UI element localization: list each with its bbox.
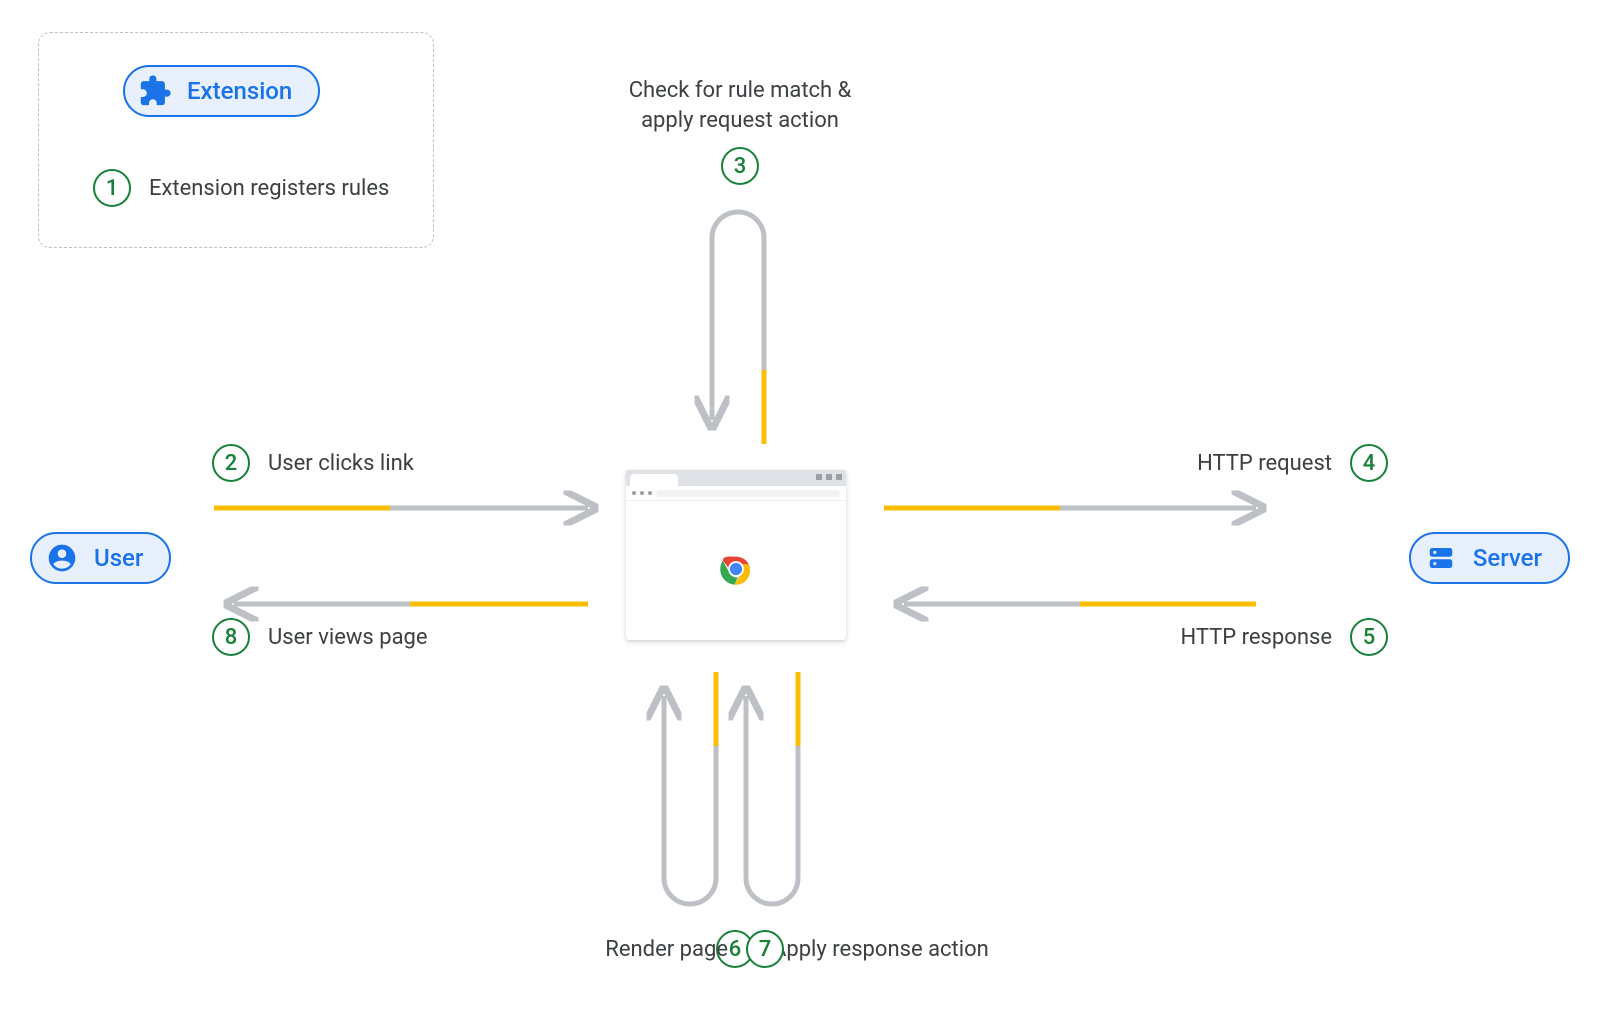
step-7-group: Render page 7: [605, 930, 784, 968]
step-3-group: Check for rule match & apply request act…: [520, 76, 960, 185]
step-5-text: HTTP response: [1181, 625, 1333, 650]
browser-window: [626, 470, 846, 640]
chrome-icon: [715, 548, 757, 594]
step-2-number: 2: [212, 444, 250, 482]
server-icon: [1423, 540, 1459, 576]
step-5-group: HTTP response 5: [1181, 618, 1389, 656]
user-icon: [44, 540, 80, 576]
step-8-text: User views page: [268, 625, 428, 650]
browser-tabbar: [626, 470, 846, 486]
extension-node: Extension: [123, 65, 320, 117]
extension-group: Extension 1 Extension registers rules: [38, 32, 434, 248]
step-5-number: 5: [1350, 618, 1388, 656]
step-7-number: 7: [746, 930, 784, 968]
puzzle-icon: [137, 73, 173, 109]
step-7-text: Render page: [605, 937, 728, 962]
step-4-group: HTTP request 4: [1197, 444, 1388, 482]
step-2-group: 2 User clicks link: [212, 444, 414, 482]
step-8-group: 8 User views page: [212, 618, 428, 656]
user-label: User: [94, 544, 143, 572]
step-1-text: Extension registers rules: [149, 176, 389, 201]
arrow-step-7: [664, 672, 716, 904]
step-3-text: Check for rule match & apply request act…: [520, 76, 960, 135]
user-node: User: [30, 532, 171, 584]
step-6-text: Apply response action: [772, 937, 989, 962]
arrow-step-3: [712, 212, 764, 444]
step-8-number: 8: [212, 618, 250, 656]
step-1-number: 1: [93, 169, 131, 207]
step-2-text: User clicks link: [268, 451, 414, 476]
arrow-step-6: [746, 672, 798, 904]
step-4-text: HTTP request: [1197, 451, 1332, 476]
step-4-number: 4: [1350, 444, 1388, 482]
extension-label: Extension: [187, 77, 292, 105]
server-label: Server: [1473, 544, 1542, 572]
server-node: Server: [1409, 532, 1570, 584]
step-3-number: 3: [721, 147, 759, 185]
browser-address-bar: [626, 486, 846, 501]
